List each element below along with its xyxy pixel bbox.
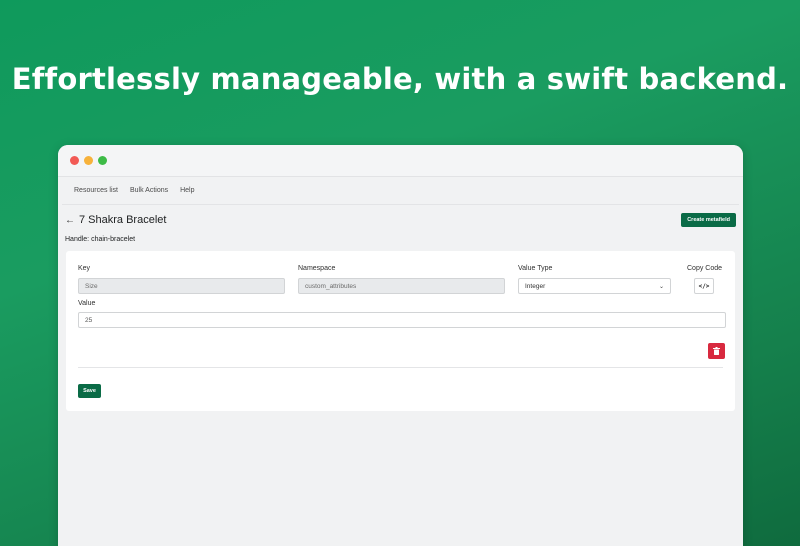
value-input[interactable]: 25: [78, 312, 726, 328]
page-header: ← 7 Shakra Bracelet Create metafield: [62, 205, 739, 227]
value-type-select[interactable]: Integer ⌄: [518, 278, 671, 294]
chevron-down-icon: ⌄: [658, 283, 664, 290]
metafield-card: Key Size Namespace custom_attributes Val…: [66, 251, 735, 411]
app-window: Resources list Bulk Actions Help ← 7 Sha…: [58, 145, 743, 546]
title-wrap: ← 7 Shakra Bracelet: [65, 214, 166, 226]
key-label: Key: [78, 265, 91, 272]
value-type-selected: Integer: [525, 282, 546, 290]
card-divider: [78, 367, 723, 368]
nav-help[interactable]: Help: [180, 187, 194, 194]
nav-resources-list[interactable]: Resources list: [74, 187, 118, 194]
maximize-window-dot[interactable]: [98, 156, 107, 165]
value-type-label: Value Type: [518, 265, 553, 272]
page-content: ← 7 Shakra Bracelet Create metafield Han…: [58, 205, 743, 411]
create-metafield-button[interactable]: Create metafield: [681, 213, 736, 227]
page-title: 7 Shakra Bracelet: [79, 214, 167, 226]
close-window-dot[interactable]: [70, 156, 79, 165]
key-input[interactable]: Size: [78, 278, 285, 294]
handle-text: Handle: chain-bracelet: [65, 236, 136, 243]
copy-code-label: Copy Code: [687, 265, 723, 272]
namespace-label: Namespace: [298, 265, 336, 272]
minimize-window-dot[interactable]: [84, 156, 93, 165]
top-nav: Resources list Bulk Actions Help: [62, 177, 739, 205]
value-label: Value: [78, 300, 96, 307]
code-icon: </>: [698, 282, 710, 290]
delete-button[interactable]: [708, 343, 725, 359]
save-button[interactable]: Save: [78, 384, 101, 398]
window-titlebar: [58, 145, 743, 177]
namespace-input[interactable]: custom_attributes: [298, 278, 505, 294]
arrow-left-icon[interactable]: ←: [65, 215, 75, 226]
trash-icon: [713, 347, 720, 355]
copy-code-button[interactable]: </>: [694, 278, 714, 294]
nav-bulk-actions[interactable]: Bulk Actions: [130, 187, 168, 194]
headline: Effortlessly manageable, with a swift ba…: [11, 62, 789, 96]
